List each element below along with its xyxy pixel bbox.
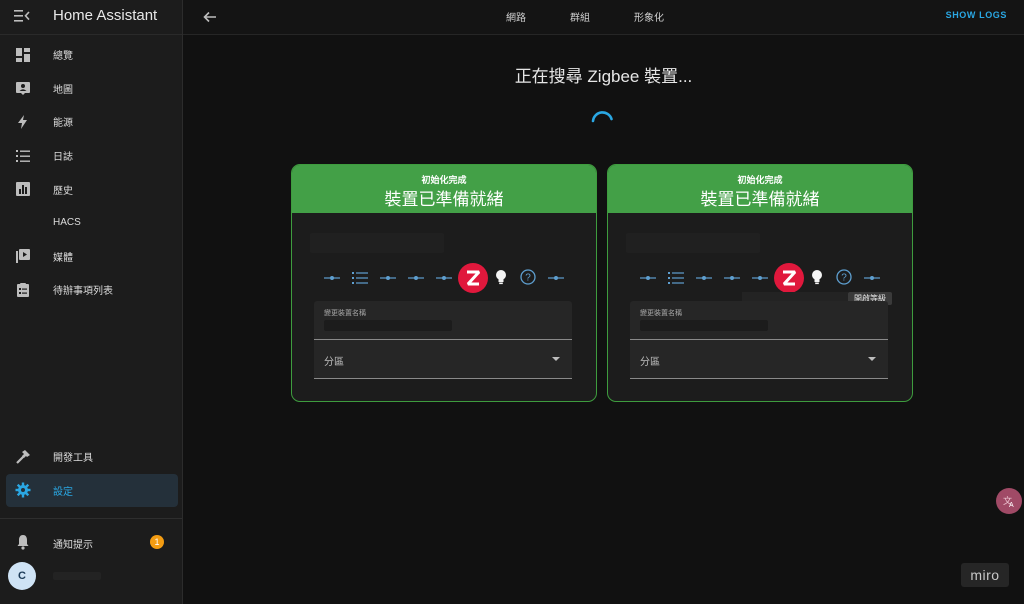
help-circle-icon[interactable]: ? [520, 269, 536, 285]
sidebar-item-label: HACS [53, 217, 81, 229]
device-name-redacted [310, 233, 444, 253]
link-icon[interactable] [752, 271, 768, 285]
sidebar-item-settings[interactable]: 設定 [6, 473, 178, 508]
translate-icon[interactable]: 文A [996, 488, 1022, 514]
device-card: 初始化完成 裝置已準備就緒 ? 變更裝置名稱 分區 [291, 164, 597, 402]
device-card-title: 裝置已準備就緒 [384, 190, 504, 209]
map-icon [15, 80, 31, 96]
device-name-field[interactable]: 變更裝置名稱 [314, 301, 572, 340]
lightbulb-icon[interactable] [811, 269, 823, 285]
lightbulb-icon[interactable] [495, 269, 507, 285]
device-name-field-label: 變更裝置名稱 [324, 310, 366, 317]
media-icon [15, 248, 31, 264]
show-logs-button[interactable]: SHOW LOGS [946, 10, 1007, 20]
sidebar-item-notifications[interactable]: 通知提示 1 [0, 528, 182, 556]
area-select-label: 分區 [324, 357, 344, 368]
lightning-icon [15, 114, 31, 130]
dashboard-icon [15, 47, 31, 63]
link-icon[interactable] [380, 271, 396, 285]
sidebar-item-label: 能源 [53, 118, 73, 130]
svg-text:?: ? [525, 273, 531, 284]
link-icon[interactable] [724, 271, 740, 285]
device-card-title: 裝置已準備就緒 [700, 190, 820, 209]
zigbee-logo-icon [774, 263, 804, 293]
link-icon[interactable] [324, 271, 340, 285]
tab-visualization[interactable]: 形象化 [634, 9, 664, 24]
sidebar-item-developer-tools[interactable]: 開發工具 [0, 440, 182, 474]
tab-groups[interactable]: 群組 [570, 9, 590, 24]
sidebar-item-label: 日誌 [53, 152, 73, 164]
device-name-redacted [626, 233, 760, 253]
zigbee-logo-icon [458, 263, 488, 293]
bell-icon [15, 534, 31, 550]
sidebar: Home Assistant 總覽 地圖 能源 日誌 歷史 HACS 媒體 待辦… [0, 0, 183, 604]
sidebar-item-label: 設定 [53, 486, 73, 498]
tab-network[interactable]: 網路 [506, 9, 526, 24]
sidebar-header: Home Assistant [0, 0, 182, 35]
device-card-header: 初始化完成 裝置已準備就緒 [292, 165, 596, 213]
sidebar-item-label: 歷史 [53, 185, 73, 197]
sidebar-nav: 總覽 地圖 能源 日誌 歷史 HACS 媒體 待辦事項列表 [0, 38, 182, 307]
link-icon[interactable] [864, 271, 880, 285]
sidebar-item-label: 開發工具 [53, 453, 93, 465]
link-icon[interactable] [408, 271, 424, 285]
sidebar-bottom-nav: 開發工具 設定 [0, 440, 182, 508]
device-card-header: 初始化完成 裝置已準備就緒 [608, 165, 912, 213]
sidebar-item-label: 總覽 [53, 51, 73, 63]
loading-spinner-icon [591, 111, 613, 123]
sidebar-item-label: 待辦事項列表 [53, 286, 113, 298]
avatar[interactable]: C [8, 562, 36, 590]
logbook-icon [15, 148, 31, 164]
sidebar-item-label: 媒體 [53, 252, 73, 264]
list-icon[interactable] [668, 271, 684, 285]
sidebar-item-todo[interactable]: 待辦事項列表 [0, 273, 182, 307]
tab-bar: 網路 群組 形象化 [183, 0, 1024, 34]
area-select[interactable]: 分區 [630, 340, 888, 379]
hammer-icon [15, 449, 31, 465]
sidebar-item-history[interactable]: 歷史 [0, 172, 182, 206]
device-name-value-redacted [640, 320, 768, 331]
device-name-field-label: 變更裝置名稱 [640, 310, 682, 317]
menu-collapse-icon[interactable] [10, 6, 34, 26]
gear-icon [15, 482, 31, 498]
dropdown-arrow-icon [552, 357, 560, 361]
miro-watermark: miro [961, 563, 1009, 587]
device-card: 初始化完成 裝置已準備就緒 ? 開啟等級 變更裝置名稱 分區 [607, 164, 913, 402]
svg-text:A: A [1009, 502, 1014, 508]
link-icon[interactable] [640, 271, 656, 285]
todo-list-icon [15, 282, 31, 298]
sidebar-item-logbook[interactable]: 日誌 [0, 139, 182, 173]
top-bar: 網路 群組 形象化 SHOW LOGS [183, 0, 1024, 35]
sidebar-item-media[interactable]: 媒體 [0, 240, 182, 274]
searching-status-text: 正在搜尋 Zigbee 裝置... [514, 67, 693, 86]
sidebar-item-energy[interactable]: 能源 [0, 105, 182, 139]
sidebar-item-label: 通知提示 [53, 540, 93, 551]
home-assistant-app: Home Assistant 總覽 地圖 能源 日誌 歷史 HACS 媒體 待辦… [0, 0, 1024, 604]
area-select-label: 分區 [640, 357, 660, 368]
device-name-value-redacted [324, 320, 452, 331]
sidebar-item-label: 地圖 [53, 84, 73, 96]
area-select[interactable]: 分區 [314, 340, 572, 379]
user-name-redacted [53, 572, 101, 580]
sidebar-item-hacs[interactable]: HACS [0, 206, 182, 240]
link-icon[interactable] [696, 271, 712, 285]
notification-count-badge: 1 [150, 535, 164, 549]
history-chart-icon [15, 181, 31, 197]
list-icon[interactable] [352, 271, 368, 285]
app-title: Home Assistant [53, 7, 158, 24]
help-circle-icon[interactable]: ? [836, 269, 852, 285]
sidebar-item-map[interactable]: 地圖 [0, 72, 182, 106]
link-icon[interactable] [548, 271, 564, 285]
svg-text:?: ? [841, 273, 847, 284]
dropdown-arrow-icon [868, 357, 876, 361]
device-name-field[interactable]: 變更裝置名稱 [630, 301, 888, 340]
link-icon[interactable] [436, 271, 452, 285]
device-action-icons: ? [608, 263, 912, 295]
device-action-icons: ? [292, 263, 596, 295]
sidebar-divider [0, 518, 182, 519]
sidebar-item-overview[interactable]: 總覽 [0, 38, 182, 72]
